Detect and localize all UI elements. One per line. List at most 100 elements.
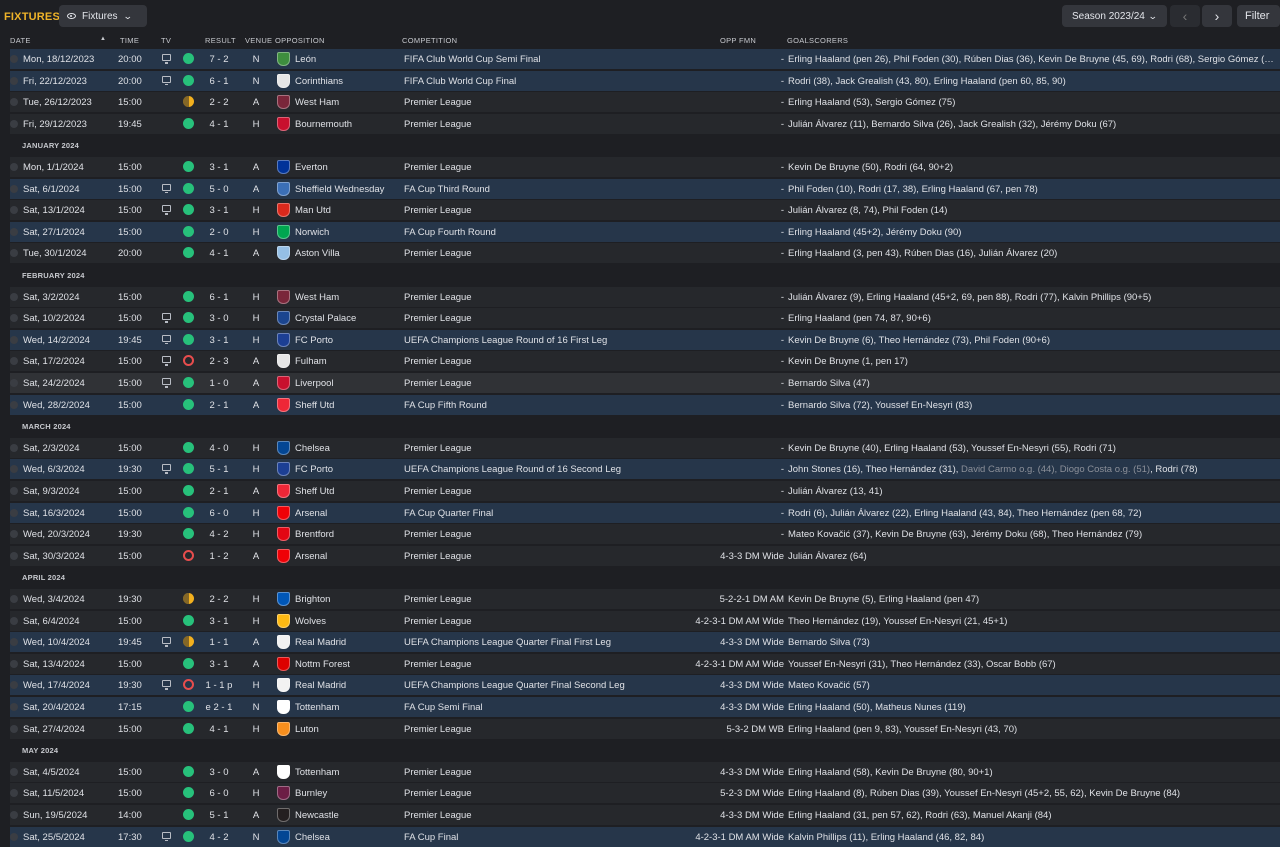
fixture-row[interactable]: Sat, 27/4/2024 15:00 4 - 1 H Luton Premier Le… [10,718,1280,739]
fixture-row[interactable]: Sat, 9/3/2024 15:00 2 - 1 A Sheff Utd Premier… [10,481,1280,501]
fixture-score[interactable]: 2 - 3 [196,356,242,367]
fixture-opposition-link[interactable]: León [295,54,316,65]
fixture-opposition-link[interactable]: Nottm Forest [295,659,350,670]
fixture-score[interactable]: 4 - 1 [196,119,242,130]
fixture-opposition-link[interactable]: Arsenal [295,551,327,562]
fixture-opposition-link[interactable]: Sheffield Wednesday [295,184,384,195]
fixture-opposition-link[interactable]: Luton [295,724,319,735]
fixture-row[interactable]: Wed, 14/2/2024 19:45 3 - 1 H FC Porto UEFA Ch… [10,329,1280,350]
fixture-competition-link[interactable]: Premier League [404,97,472,108]
fixture-opposition-link[interactable]: Wolves [295,616,326,627]
fixture-row[interactable]: Sat, 13/1/2024 15:00 3 - 1 H Man Utd Premier … [10,200,1280,221]
fixture-competition-link[interactable]: FIFA Club World Cup Semi Final [404,54,541,65]
fixture-row[interactable]: Mon, 1/1/2024 15:00 3 - 1 A Everton Premier L… [10,157,1280,177]
season-dropdown[interactable]: Season 2023/24 ⌄ [1062,5,1167,27]
fixture-competition-link[interactable]: Premier League [404,248,472,259]
fixture-score[interactable]: 3 - 1 [196,205,242,216]
fixture-competition-link[interactable]: Premier League [404,119,472,130]
fixture-score[interactable]: 6 - 0 [196,788,242,799]
fixture-competition-link[interactable]: Premier League [404,659,472,670]
fixture-score[interactable]: 5 - 0 [196,184,242,195]
fixture-competition-link[interactable]: Premier League [404,767,472,778]
filter-button[interactable]: Filter [1237,5,1280,27]
fixture-score[interactable]: 4 - 1 [196,724,242,735]
fixture-row[interactable]: Tue, 30/1/2024 20:00 4 - 1 A Aston Villa Prem… [10,243,1280,264]
fixture-competition-link[interactable]: UEFA Champions League Quarter Final Seco… [404,680,625,691]
fixture-opposition-link[interactable]: Sheff Utd [295,400,334,411]
fixture-competition-link[interactable]: Premier League [404,443,472,454]
fixture-score[interactable]: 5 - 1 [196,464,242,475]
next-season-button[interactable]: › [1202,5,1232,27]
fixture-competition-link[interactable]: Premier League [404,551,472,562]
fixture-row[interactable]: Sat, 13/4/2024 15:00 3 - 1 A Nottm Forest Pre… [10,653,1280,674]
fixture-score[interactable]: 1 - 1 p [196,680,242,691]
fixture-opposition-link[interactable]: Arsenal [295,508,327,519]
fixture-score[interactable]: 3 - 1 [196,162,242,173]
fixture-competition-link[interactable]: Premier League [404,205,472,216]
fixture-opposition-link[interactable]: Liverpool [295,378,334,389]
fixture-row[interactable]: Wed, 17/4/2024 19:30 1 - 1 p H Real Madrid UE… [10,675,1280,696]
fixture-competition-link[interactable]: UEFA Champions League Round of 16 Second… [404,464,621,475]
fixture-row[interactable]: Sat, 6/4/2024 15:00 3 - 1 H Wolves Premier Le… [10,610,1280,631]
fixture-score[interactable]: 6 - 1 [196,76,242,87]
previous-season-button[interactable]: ‹ [1170,5,1200,27]
fixture-score[interactable]: 4 - 2 [196,529,242,540]
fixture-row[interactable]: Wed, 20/3/2024 19:30 4 - 2 H Brentford Premie… [10,524,1280,545]
fixture-score[interactable]: 2 - 1 [196,486,242,497]
fixture-row[interactable]: Wed, 10/4/2024 19:45 1 - 1 A Real Madrid UEFA… [10,632,1280,653]
column-header-opposition[interactable]: OPPOSITION [275,36,325,45]
fixture-row[interactable]: Sat, 11/5/2024 15:00 6 - 0 H Burnley Premier … [10,783,1280,804]
fixture-opposition-link[interactable]: FC Porto [295,464,333,475]
fixture-row[interactable]: Mon, 18/12/2023 20:00 7 - 2 N León FIFA Club … [10,49,1280,69]
fixture-score[interactable]: e 2 - 1 [196,702,242,713]
fixture-opposition-link[interactable]: Bournemouth [295,119,352,130]
fixture-score[interactable]: 1 - 1 [196,637,242,648]
fixture-competition-link[interactable]: Premier League [404,356,472,367]
fixture-row[interactable]: Wed, 3/4/2024 19:30 2 - 2 H Brighton Premier … [10,589,1280,609]
fixture-competition-link[interactable]: Premier League [404,810,472,821]
fixture-row[interactable]: Sat, 27/1/2024 15:00 2 - 0 H Norwich FA Cup F… [10,221,1280,242]
fixture-opposition-link[interactable]: Man Utd [295,205,331,216]
fixture-row[interactable]: Sat, 20/4/2024 17:15 e 2 - 1 N Tottenham FA C… [10,697,1280,717]
fixture-row[interactable]: Sat, 2/3/2024 15:00 4 - 0 H Chelsea Premier L… [10,437,1280,458]
fixture-row[interactable]: Sun, 19/5/2024 14:00 5 - 1 A Newcastle Premie… [10,805,1280,825]
fixture-competition-link[interactable]: FA Cup Final [404,832,458,843]
fixture-row[interactable]: Sat, 3/2/2024 15:00 6 - 1 H West Ham Premier … [10,286,1280,307]
fixture-competition-link[interactable]: Premier League [404,313,472,324]
column-header-goalscorers[interactable]: GOALSCORERS [787,36,848,45]
fixture-row[interactable]: Sat, 10/2/2024 15:00 3 - 0 H Crystal Palace P… [10,308,1280,329]
fixture-competition-link[interactable]: FA Cup Semi Final [404,702,483,713]
sort-ascending-icon[interactable]: ▲ [100,36,106,42]
column-header-tv[interactable]: TV [161,36,171,45]
fixture-opposition-link[interactable]: Burnley [295,788,327,799]
fixture-score[interactable]: 7 - 2 [196,54,242,65]
fixture-opposition-link[interactable]: Real Madrid [295,680,346,691]
fixture-opposition-link[interactable]: Tottenham [295,767,339,778]
fixture-score[interactable]: 6 - 1 [196,292,242,303]
fixture-score[interactable]: 3 - 1 [196,335,242,346]
fixture-opposition-link[interactable]: Chelsea [295,832,330,843]
fixture-opposition-link[interactable]: Crystal Palace [295,313,356,324]
fixture-score[interactable]: 2 - 2 [196,594,242,605]
column-header-competition[interactable]: COMPETITION [402,36,457,45]
fixture-score[interactable]: 1 - 2 [196,551,242,562]
fixture-competition-link[interactable]: UEFA Champions League Quarter Final Firs… [404,637,611,648]
fixture-competition-link[interactable]: FA Cup Fourth Round [404,227,496,238]
fixture-opposition-link[interactable]: Chelsea [295,443,330,454]
fixture-score[interactable]: 3 - 0 [196,313,242,324]
fixture-opposition-link[interactable]: Everton [295,162,328,173]
view-dropdown[interactable]: Fixtures ⌄ [59,5,147,27]
fixture-opposition-link[interactable]: Aston Villa [295,248,340,259]
fixture-score[interactable]: 2 - 1 [196,400,242,411]
fixture-competition-link[interactable]: FA Cup Third Round [404,184,490,195]
fixture-score[interactable]: 4 - 2 [196,832,242,843]
fixture-row[interactable]: Wed, 28/2/2024 15:00 2 - 1 A Sheff Utd FA Cup… [10,394,1280,415]
fixture-competition-link[interactable]: FIFA Club World Cup Final [404,76,516,87]
fixture-row[interactable]: Wed, 6/3/2024 19:30 5 - 1 H FC Porto UEFA Cha… [10,459,1280,480]
fixture-score[interactable]: 2 - 2 [196,97,242,108]
fixture-score[interactable]: 2 - 0 [196,227,242,238]
fixture-opposition-link[interactable]: Fulham [295,356,327,367]
fixture-opposition-link[interactable]: Brighton [295,594,330,605]
fixture-opposition-link[interactable]: Newcastle [295,810,339,821]
fixture-opposition-link[interactable]: Norwich [295,227,329,238]
